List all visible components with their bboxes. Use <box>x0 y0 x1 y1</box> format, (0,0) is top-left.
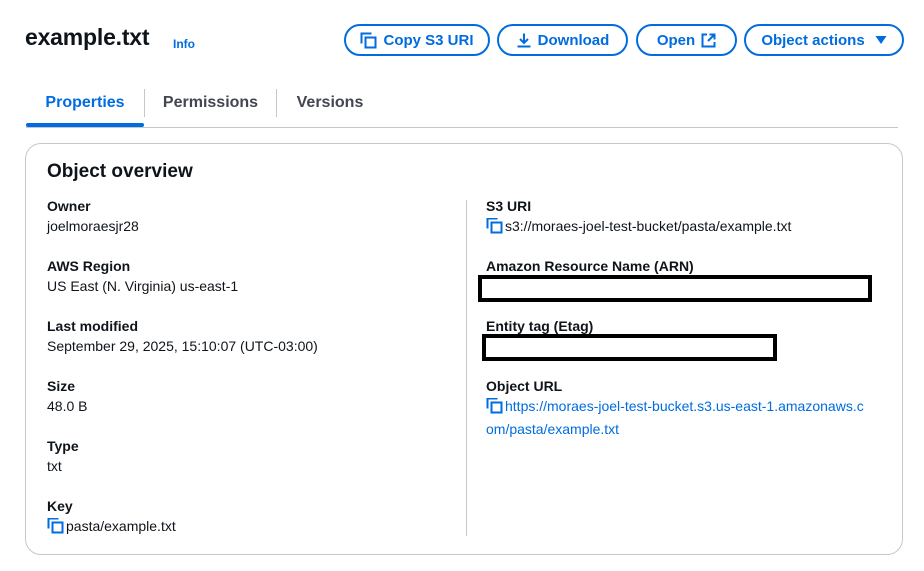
tab-properties-label: Properties <box>45 94 125 111</box>
object-url-line-1[interactable]: https://moraes-joel-test-bucket.s3.us-ea… <box>505 398 864 414</box>
tab-permissions-label: Permissions <box>162 94 259 111</box>
redaction-box-etag <box>482 334 777 361</box>
copy-icon <box>360 32 377 49</box>
owner-value: joelmoraesjr28 <box>47 218 139 234</box>
object-url-label: Object URL <box>486 378 563 394</box>
external-link-icon <box>701 33 716 48</box>
region-field: AWS Region US East (N. Virginia) us-east… <box>47 256 238 296</box>
copy-icon[interactable] <box>47 517 64 539</box>
owner-label: Owner <box>47 198 91 214</box>
download-icon <box>516 32 532 48</box>
key-value-row: pasta/example.txt <box>47 516 176 539</box>
column-divider <box>466 200 467 536</box>
type-value: txt <box>47 458 62 474</box>
copy-s3-uri-button[interactable]: Copy S3 URI <box>344 24 490 56</box>
s3-uri-label: S3 URI <box>486 198 532 214</box>
caret-down-icon <box>875 35 887 45</box>
info-link[interactable]: Info <box>173 37 195 51</box>
tab-versions[interactable]: Versions <box>277 80 383 126</box>
object-actions-label: Object actions <box>761 31 865 49</box>
key-label: Key <box>47 498 73 514</box>
type-label: Type <box>47 438 79 454</box>
owner-field: Owner joelmoraesjr28 <box>47 196 139 236</box>
type-field: Type txt <box>47 436 79 476</box>
copy-icon[interactable] <box>486 217 503 239</box>
last-modified-value: September 29, 2025, 15:10:07 (UTC-03:00) <box>47 338 318 354</box>
download-label: Download <box>537 31 610 49</box>
open-button[interactable]: Open <box>636 24 737 56</box>
open-label: Open <box>656 31 696 49</box>
region-value: US East (N. Virginia) us-east-1 <box>47 278 239 294</box>
s3-uri-value: s3://moraes-joel-test-bucket/pasta/examp… <box>505 218 792 234</box>
size-value: 48.0 B <box>47 398 88 414</box>
region-label: AWS Region <box>47 258 131 274</box>
tab-versions-label: Versions <box>296 94 364 111</box>
arn-field: Amazon Resource Name (ARN) <box>486 256 694 276</box>
redaction-box-arn <box>478 275 872 302</box>
s3-uri-value-row: s3://moraes-joel-test-bucket/pasta/examp… <box>486 216 791 239</box>
object-url-field: Object URL https://moraes-joel-test-buck… <box>486 376 886 439</box>
last-modified-label: Last modified <box>47 318 139 334</box>
etag-field: Entity tag (Etag) <box>486 316 593 336</box>
panel-title: Object overview <box>47 161 193 182</box>
download-button[interactable]: Download <box>497 24 628 56</box>
object-url-line-2[interactable]: om/pasta/example.txt <box>486 421 619 437</box>
etag-label: Entity tag (Etag) <box>486 318 594 334</box>
page-title: example.txt <box>25 24 150 50</box>
copy-s3-uri-label: Copy S3 URI <box>383 31 474 49</box>
key-value: pasta/example.txt <box>66 518 176 534</box>
size-label: Size <box>47 378 76 394</box>
s3-uri-field: S3 URI s3://moraes-joel-test-bucket/past… <box>486 196 791 239</box>
tab-permissions[interactable]: Permissions <box>145 80 276 126</box>
last-modified-field: Last modified September 29, 2025, 15:10:… <box>47 316 318 356</box>
arn-label: Amazon Resource Name (ARN) <box>486 258 694 274</box>
object-actions-button[interactable]: Object actions <box>744 24 904 56</box>
object-overview-panel: Object overview Owner joelmoraesjr28 AWS… <box>25 143 903 555</box>
size-field: Size 48.0 B <box>47 376 87 416</box>
copy-icon[interactable] <box>486 397 503 419</box>
object-url-link[interactable]: https://moraes-joel-test-bucket.s3.us-ea… <box>486 396 886 439</box>
tab-properties[interactable]: Properties <box>26 80 144 127</box>
key-field: Key pasta/example.txt <box>47 496 176 539</box>
tab-bar: Properties Permissions Versions <box>26 80 898 128</box>
